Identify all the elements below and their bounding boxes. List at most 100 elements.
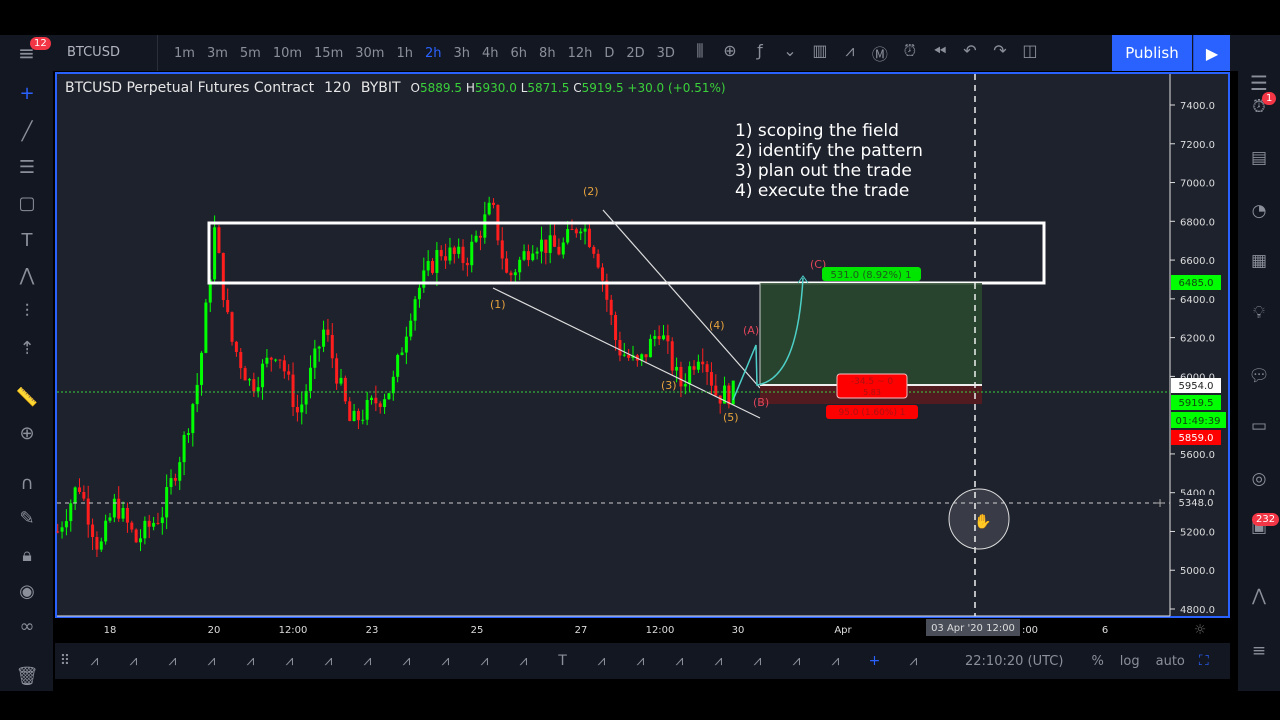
candle-body bbox=[330, 335, 334, 359]
candle-body bbox=[69, 503, 73, 522]
candle-body bbox=[452, 247, 456, 254]
candle-body bbox=[609, 299, 613, 316]
grip-icon[interactable]: ⠿ bbox=[55, 653, 75, 669]
calendar-icon[interactable]: ▦ bbox=[1247, 251, 1271, 275]
candle-body bbox=[239, 352, 243, 369]
crosshair-price-text: 5348.0 bbox=[1179, 498, 1214, 509]
arc-icon[interactable]: ⩘ bbox=[777, 653, 816, 669]
candle-body bbox=[701, 361, 705, 365]
candle-body bbox=[500, 240, 504, 259]
candle-body bbox=[531, 253, 535, 261]
candle-body bbox=[370, 397, 373, 401]
price-tick: 5600.0 bbox=[1180, 450, 1215, 461]
legend-exchange: BYBIT bbox=[360, 80, 401, 96]
auto-toggle[interactable]: auto bbox=[1156, 654, 1185, 669]
data-window-icon[interactable]: ▤ bbox=[1247, 148, 1271, 172]
price-tick: 7000.0 bbox=[1180, 179, 1215, 190]
candle-body bbox=[173, 478, 177, 481]
candle-body bbox=[91, 524, 95, 538]
legend-low: 5871.5 bbox=[527, 81, 570, 95]
candle-body bbox=[570, 229, 574, 231]
candle-body bbox=[265, 357, 269, 364]
candle-body bbox=[409, 320, 413, 337]
ellipse-icon[interactable]: ⩘ bbox=[621, 653, 660, 669]
candle-body bbox=[213, 227, 217, 280]
abcde-pattern-icon[interactable]: ⩘ bbox=[192, 653, 231, 669]
parallel-channel-icon[interactable]: ⩘ bbox=[426, 653, 465, 669]
xabcd-icon[interactable]: ⩘ bbox=[582, 653, 621, 669]
head-shoulders-icon[interactable]: ⩘ bbox=[504, 653, 543, 669]
chart-legend: BTCUSD Perpetual Futures Contract 120 BY… bbox=[65, 80, 726, 96]
candle-body bbox=[644, 354, 648, 358]
candle-body bbox=[431, 261, 435, 273]
candle-body bbox=[278, 359, 282, 361]
candle-body bbox=[557, 246, 561, 255]
log-toggle[interactable]: log bbox=[1120, 654, 1140, 669]
elliott-wave-icon[interactable]: ⩘ bbox=[387, 653, 426, 669]
candle-body bbox=[592, 247, 596, 254]
candle-body bbox=[317, 346, 321, 349]
brush-icon[interactable]: ⩘ bbox=[75, 653, 114, 669]
wave-label-1: (1) bbox=[490, 298, 506, 311]
candle-body bbox=[474, 235, 478, 242]
candle-body bbox=[439, 250, 443, 257]
candle-body bbox=[600, 267, 604, 281]
candle-body bbox=[566, 229, 570, 243]
messages-icon[interactable]: ▭ bbox=[1247, 416, 1271, 440]
candle-body bbox=[73, 487, 77, 504]
candle-body bbox=[147, 520, 151, 527]
horizontal-ray-icon[interactable]: ⩘ bbox=[348, 653, 387, 669]
candle-body bbox=[461, 246, 465, 263]
ideas-icon[interactable]: 💡︎ bbox=[1247, 303, 1271, 327]
crosshair-icon[interactable]: + bbox=[855, 653, 894, 669]
candle-body bbox=[304, 390, 308, 405]
candle-body bbox=[670, 341, 674, 371]
candle-body bbox=[152, 522, 156, 527]
candle-body bbox=[86, 498, 90, 525]
candle-body bbox=[457, 246, 461, 254]
candle-body bbox=[679, 366, 683, 387]
candle-body bbox=[112, 498, 116, 518]
fib-fan-icon[interactable]: ⩘ bbox=[231, 653, 270, 669]
right-sidebar: ☰ ⏰︎ 1 ▤ ◔ ▦ 💡︎ 💬︎ ▭ ◎ ▣ 232 ⋀ ≡ bbox=[1238, 71, 1280, 691]
streams-icon[interactable]: ◎ bbox=[1247, 469, 1271, 493]
candle-body bbox=[326, 329, 330, 336]
rectangle-icon[interactable]: ⩘ bbox=[270, 653, 309, 669]
fullscreen-icon[interactable]: ⛶ bbox=[1199, 653, 1209, 669]
text-icon[interactable]: T bbox=[543, 653, 582, 669]
candle-body bbox=[95, 537, 99, 550]
note-line-3: 3) plan out the trade bbox=[735, 161, 912, 181]
parallel-lines-icon[interactable]: ⩘ bbox=[153, 653, 192, 669]
candle-body bbox=[666, 335, 670, 342]
candle-body bbox=[156, 522, 160, 524]
candle-body bbox=[165, 487, 169, 518]
time-tick: 23 bbox=[366, 625, 379, 636]
bottom-toolbar: ⠿ ⩘ ⩘ ⩘ ⩘ ⩘ ⩘ ⩘ ⩘ ⩘ ⩘ ⩘ ⩘ T ⩘ ⩘ ⩘ ⩘ ⩘ ⩘ ⩘ + ⩘ 22:10:20 (UTC) %… bbox=[55, 643, 1230, 679]
legend-open: 5889.5 bbox=[420, 81, 462, 95]
candle-body bbox=[64, 521, 68, 528]
trendline-icon[interactable]: ⩘ bbox=[816, 653, 855, 669]
elliott-wxyz-icon[interactable]: ⩘ bbox=[894, 653, 933, 669]
candle-body bbox=[404, 336, 408, 353]
candle-body bbox=[335, 358, 339, 384]
wedge-upper-line bbox=[602, 209, 761, 389]
legend-interval: 120 bbox=[324, 80, 351, 96]
percent-toggle[interactable]: % bbox=[1091, 654, 1103, 669]
abcd-pattern-icon[interactable]: ⩘ bbox=[114, 653, 153, 669]
fib-extension-icon[interactable]: ⩘ bbox=[738, 653, 777, 669]
price-range-icon[interactable]: ⩘ bbox=[465, 653, 504, 669]
fib-retracement-icon[interactable]: ⩘ bbox=[699, 653, 738, 669]
axis-settings-icon[interactable]: ☼ bbox=[1194, 622, 1207, 638]
target-label: 531.0 (8.92%) 1 bbox=[831, 270, 912, 281]
candle-body bbox=[308, 367, 312, 391]
date-range-icon[interactable]: ⩘ bbox=[309, 653, 348, 669]
candle-body bbox=[696, 361, 700, 370]
wave-label-b: (B) bbox=[753, 396, 769, 409]
hotlist-icon[interactable]: ◔ bbox=[1247, 201, 1271, 225]
candle-body bbox=[417, 287, 421, 300]
elliott-wxy-icon[interactable]: ⩘ bbox=[660, 653, 699, 669]
dom-icon[interactable]: ≡ bbox=[1247, 641, 1271, 665]
order-panel-icon[interactable]: ⋀ bbox=[1247, 586, 1271, 610]
candle-body bbox=[444, 256, 448, 261]
chat-icon[interactable]: 💬︎ bbox=[1247, 366, 1271, 390]
